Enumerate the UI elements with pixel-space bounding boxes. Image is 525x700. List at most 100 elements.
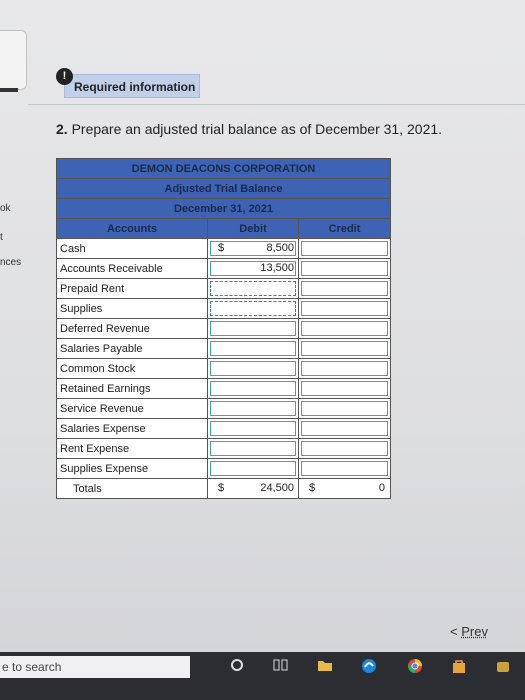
credit-input[interactable] bbox=[301, 321, 389, 336]
question-number: 2. bbox=[56, 121, 68, 137]
credit-cell[interactable] bbox=[297, 338, 392, 359]
file-explorer-icon[interactable] bbox=[316, 658, 334, 676]
debit-input[interactable] bbox=[210, 381, 296, 396]
account-name: Cash bbox=[56, 238, 208, 259]
totals-label: Totals bbox=[56, 478, 208, 499]
debit-cell[interactable] bbox=[207, 458, 299, 479]
debit-input[interactable] bbox=[210, 341, 296, 356]
table-row: Deferred Revenue bbox=[56, 318, 392, 339]
question-text: 2. Prepare an adjusted trial balance as … bbox=[56, 121, 442, 137]
store-icon[interactable] bbox=[450, 658, 468, 676]
debit-input[interactable] bbox=[210, 281, 296, 296]
debit-input[interactable] bbox=[210, 301, 296, 316]
account-name: Common Stock bbox=[56, 358, 208, 379]
debit-total-cell: $24,500 bbox=[207, 478, 299, 499]
credit-cell[interactable] bbox=[297, 238, 392, 259]
account-name: Supplies Expense bbox=[56, 458, 208, 479]
column-header-accounts: Accounts bbox=[56, 218, 208, 239]
account-name: Supplies bbox=[56, 298, 208, 319]
left-panel-edge[interactable] bbox=[0, 30, 27, 90]
account-name: Prepaid Rent bbox=[56, 278, 208, 299]
table-row: Supplies bbox=[56, 298, 392, 319]
statement-date: December 31, 2021 bbox=[55, 198, 392, 219]
credit-input[interactable] bbox=[301, 261, 389, 276]
debit-cell[interactable] bbox=[207, 378, 299, 399]
edge-browser-icon[interactable] bbox=[360, 658, 378, 676]
debit-input[interactable] bbox=[210, 461, 296, 476]
app-icon[interactable] bbox=[494, 658, 512, 676]
task-view-icon[interactable] bbox=[272, 658, 290, 676]
debit-input[interactable] bbox=[210, 421, 296, 436]
credit-cell[interactable] bbox=[297, 438, 392, 459]
debit-cell[interactable] bbox=[207, 398, 299, 419]
debit-cell[interactable]: $8,500 bbox=[207, 238, 299, 259]
alert-icon: ! bbox=[56, 68, 73, 85]
screen: ok t nces Required information ! 2. Prep… bbox=[0, 0, 525, 652]
credit-input[interactable] bbox=[301, 381, 389, 396]
account-name: Accounts Receivable bbox=[56, 258, 208, 279]
account-name: Rent Expense bbox=[56, 438, 208, 459]
dollar-sign: $ bbox=[218, 482, 225, 494]
debit-input[interactable] bbox=[210, 441, 296, 456]
debit-input[interactable] bbox=[210, 401, 296, 416]
credit-input[interactable] bbox=[301, 361, 389, 376]
debit-value: 13,500 bbox=[260, 262, 294, 274]
chrome-browser-icon[interactable] bbox=[406, 658, 424, 676]
debit-input[interactable] bbox=[210, 361, 296, 376]
debit-total: 24,500 bbox=[260, 482, 294, 494]
credit-input[interactable] bbox=[301, 401, 389, 416]
side-label-3: nces bbox=[0, 257, 22, 268]
credit-total: 0 bbox=[378, 482, 386, 494]
credit-cell[interactable] bbox=[297, 278, 392, 299]
account-name: Deferred Revenue bbox=[56, 318, 208, 339]
debit-cell[interactable] bbox=[207, 278, 299, 299]
debit-cell[interactable] bbox=[207, 438, 299, 459]
taskbar-search[interactable]: e to search bbox=[0, 656, 190, 678]
side-label-1: ok bbox=[0, 203, 11, 214]
debit-cell[interactable] bbox=[207, 298, 299, 319]
dollar-sign: $ bbox=[218, 242, 225, 254]
account-name: Salaries Expense bbox=[56, 418, 208, 439]
required-information-tab[interactable]: Required information bbox=[64, 74, 200, 98]
table-row: Salaries Payable bbox=[56, 338, 392, 359]
table-row: Service Revenue bbox=[56, 398, 392, 419]
debit-cell[interactable] bbox=[207, 358, 299, 379]
credit-cell[interactable] bbox=[297, 418, 392, 439]
prev-button[interactable]: < Prev bbox=[450, 624, 488, 639]
trial-balance-table: DEMON DEACONS CORPORATION Adjusted Trial… bbox=[55, 158, 392, 499]
debit-input[interactable] bbox=[210, 321, 296, 336]
credit-input[interactable] bbox=[301, 441, 389, 456]
debit-cell[interactable] bbox=[207, 318, 299, 339]
taskbar: e to search bbox=[0, 652, 525, 700]
credit-total-cell: $0 bbox=[297, 478, 392, 499]
cortana-icon[interactable] bbox=[228, 658, 246, 676]
table-row: Cash $8,500 bbox=[56, 238, 392, 259]
credit-input[interactable] bbox=[301, 341, 389, 356]
credit-cell[interactable] bbox=[297, 258, 392, 279]
prev-label: Prev bbox=[461, 624, 488, 639]
table-row: Common Stock bbox=[56, 358, 392, 379]
left-marker bbox=[0, 88, 18, 92]
debit-cell[interactable]: 13,500 bbox=[207, 258, 299, 279]
debit-cell[interactable] bbox=[207, 338, 299, 359]
credit-input[interactable] bbox=[301, 241, 389, 256]
credit-cell[interactable] bbox=[297, 398, 392, 419]
credit-cell[interactable] bbox=[297, 458, 392, 479]
column-header-debit: Debit bbox=[207, 218, 299, 239]
taskbar-search-text: e to search bbox=[2, 660, 62, 674]
credit-cell[interactable] bbox=[297, 318, 392, 339]
credit-input[interactable] bbox=[301, 421, 389, 436]
credit-input[interactable] bbox=[301, 301, 389, 316]
table-row: Prepaid Rent bbox=[56, 278, 392, 299]
credit-input[interactable] bbox=[301, 461, 389, 476]
debit-cell[interactable] bbox=[207, 418, 299, 439]
credit-cell[interactable] bbox=[297, 298, 392, 319]
table-row: Supplies Expense bbox=[56, 458, 392, 479]
debit-value: 8,500 bbox=[266, 242, 294, 254]
credit-input[interactable] bbox=[301, 281, 389, 296]
table-row: Rent Expense bbox=[56, 438, 392, 459]
credit-cell[interactable] bbox=[297, 378, 392, 399]
chevron-left-icon: < bbox=[450, 624, 458, 639]
account-name: Retained Earnings bbox=[56, 378, 208, 399]
credit-cell[interactable] bbox=[297, 358, 392, 379]
